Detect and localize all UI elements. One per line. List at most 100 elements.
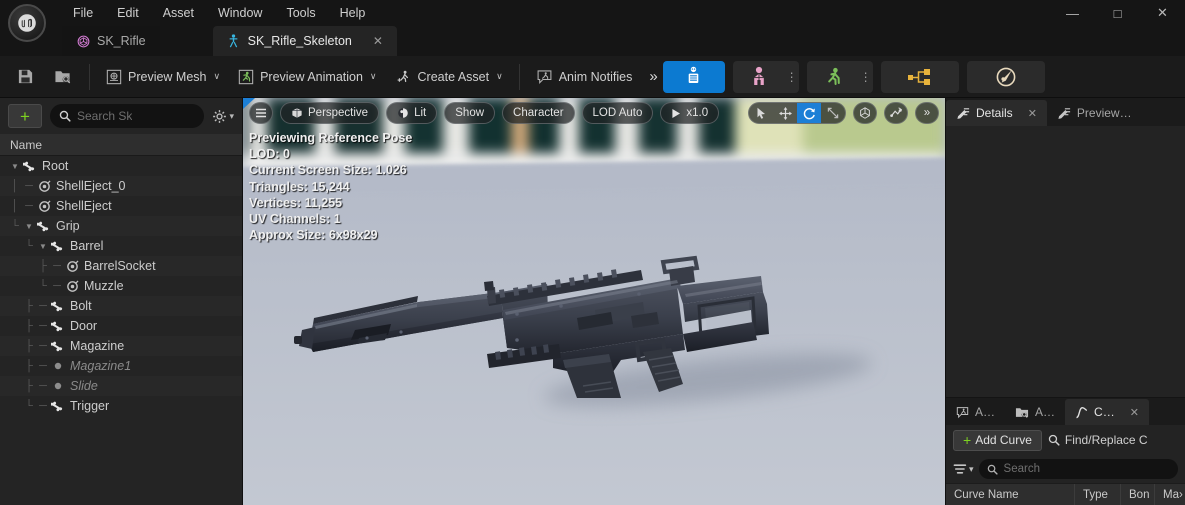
tree-row-root[interactable]: ▼ Root bbox=[0, 156, 242, 176]
tab-asset-browser[interactable]: A… bbox=[1005, 399, 1065, 425]
scale-tool-icon[interactable] bbox=[821, 103, 845, 123]
bone-icon bbox=[50, 321, 66, 332]
coordinate-system-icon[interactable] bbox=[853, 102, 877, 124]
browse-content-icon[interactable] bbox=[44, 61, 82, 93]
viewport-menu-button[interactable] bbox=[249, 102, 273, 124]
tree-row-grip[interactable]: └ ▼ Grip bbox=[0, 216, 242, 236]
tab-curves[interactable]: C… ✕ bbox=[1065, 399, 1149, 425]
skeleton-tree-settings-button[interactable]: ▾ bbox=[212, 109, 234, 124]
tree-row-bolt[interactable]: ├ ─ Bolt bbox=[0, 296, 242, 316]
create-asset-label: Create Asset bbox=[417, 69, 490, 84]
character-menu-button[interactable]: Character bbox=[502, 102, 575, 124]
skeletal-mesh-preview[interactable] bbox=[291, 248, 801, 398]
tab-sk-rifle-skeleton[interactable]: SK_Rifle_Skeleton ✕ bbox=[212, 26, 397, 56]
tree-row-muzzle[interactable]: └ ─ Muzzle bbox=[0, 276, 242, 296]
skeleton-bone-tree[interactable]: ▼ Root │ ─ ShellEject_0 │ ─ ShellEject └… bbox=[0, 156, 242, 505]
tree-row-barrelsocket[interactable]: ├ ─ BarrelSocket bbox=[0, 256, 242, 276]
add-curve-button[interactable]: + Add Curve bbox=[953, 429, 1042, 451]
mode-group-mesh: ⋮ bbox=[732, 60, 799, 93]
expander-icon[interactable]: ▼ bbox=[36, 236, 50, 256]
unreal-engine-logo-icon[interactable] bbox=[8, 4, 46, 42]
tree-row-shelleject[interactable]: │ ─ ShellEject bbox=[0, 196, 242, 216]
mode-button-skeleton[interactable] bbox=[662, 60, 725, 93]
tree-row-trigger[interactable]: └ ─ Trigger bbox=[0, 396, 242, 416]
tree-branch-line: ─ bbox=[39, 300, 47, 312]
close-tab-icon[interactable]: ✕ bbox=[373, 34, 383, 48]
mode-button-mesh[interactable] bbox=[733, 61, 785, 93]
tree-row-barrel[interactable]: └ ▼ Barrel bbox=[0, 236, 242, 256]
preview-animation-label: Preview Animation bbox=[260, 69, 363, 84]
minimize-button[interactable]: — bbox=[1050, 0, 1095, 26]
move-tool-icon[interactable] bbox=[773, 103, 797, 123]
chevron-down-icon: ▾ bbox=[229, 110, 234, 121]
column-bone[interactable]: Bon bbox=[1121, 483, 1155, 505]
viewport-overflow-icon[interactable]: » bbox=[915, 102, 939, 124]
find-replace-curves-button[interactable]: Find/Replace C bbox=[1048, 433, 1148, 447]
close-curves-tab-icon[interactable]: ✕ bbox=[1130, 406, 1139, 419]
view-mode-button[interactable]: Perspective bbox=[280, 102, 380, 124]
mode-button-animation[interactable] bbox=[807, 61, 859, 93]
expander-icon[interactable]: ▼ bbox=[22, 216, 36, 236]
mode-button-physics[interactable] bbox=[966, 60, 1045, 93]
preview-animation-button[interactable]: Preview Animation ∨ bbox=[229, 61, 385, 93]
playback-speed-button[interactable]: x1.0 bbox=[660, 102, 720, 124]
create-asset-button[interactable]: Create Asset ∨ bbox=[386, 61, 512, 93]
curves-search-input[interactable]: Search bbox=[978, 459, 1178, 479]
menu-help[interactable]: Help bbox=[329, 2, 377, 24]
tree-column-header: Name bbox=[0, 134, 242, 156]
tree-branch-line: ─ bbox=[39, 380, 47, 392]
surface-snap-icon[interactable] bbox=[884, 102, 908, 124]
mode-button-anim-blueprint[interactable] bbox=[880, 60, 959, 93]
lod-menu-button[interactable]: LOD Auto bbox=[581, 102, 654, 124]
save-icon[interactable] bbox=[6, 61, 44, 93]
mode-group-animation: ⋮ bbox=[806, 60, 873, 93]
tree-row-shelleject-0[interactable]: │ ─ ShellEject_0 bbox=[0, 176, 242, 196]
select-tool-icon[interactable] bbox=[749, 103, 773, 123]
close-details-tab-icon[interactable]: ✕ bbox=[1028, 107, 1037, 120]
tab-preview-scene-settings[interactable]: Preview… bbox=[1047, 100, 1142, 126]
preview-mesh-button[interactable]: Preview Mesh ∨ bbox=[97, 61, 229, 93]
anim-notifies-button[interactable]: Anim Notifies bbox=[527, 61, 642, 93]
tab-anim-notifies[interactable]: A… bbox=[946, 399, 1005, 425]
tab-anim-notifies-label: A… bbox=[975, 405, 996, 419]
tree-row-magazine[interactable]: ├ ─ Magazine bbox=[0, 336, 242, 356]
close-window-button[interactable]: ✕ bbox=[1140, 0, 1185, 26]
gear-icon bbox=[212, 109, 227, 124]
mode-mesh-options-icon[interactable]: ⋮ bbox=[785, 61, 799, 93]
tree-row-door[interactable]: ├ ─ Door bbox=[0, 316, 242, 336]
rotate-tool-icon[interactable] bbox=[797, 103, 821, 123]
tree-row-slide[interactable]: ├ ─ Slide bbox=[0, 376, 242, 396]
preview-viewport[interactable]: Perspective Lit Show Character LOD Auto … bbox=[243, 98, 945, 505]
add-socket-button[interactable]: + bbox=[8, 104, 42, 128]
menu-file[interactable]: File bbox=[62, 2, 104, 24]
expander-icon[interactable]: ▼ bbox=[8, 156, 22, 176]
bone-icon bbox=[50, 401, 66, 412]
skeleton-icon bbox=[227, 34, 241, 48]
skeleton-search-input[interactable]: Search Sk bbox=[50, 104, 205, 128]
tree-row-magazine1[interactable]: ├ ─ Magazine1 bbox=[0, 356, 242, 376]
menu-tools[interactable]: Tools bbox=[275, 2, 326, 24]
column-type[interactable]: Type bbox=[1075, 483, 1121, 505]
tree-label: Magazine bbox=[70, 339, 125, 353]
mode-animation-options-icon[interactable]: ⋮ bbox=[859, 61, 873, 93]
curves-action-bar: + Add Curve Find/Replace C bbox=[946, 425, 1185, 455]
stat-uv-channels: UV Channels: 1 bbox=[249, 212, 341, 227]
show-menu-button[interactable]: Show bbox=[444, 102, 496, 124]
column-curve-name[interactable]: Curve Name bbox=[946, 483, 1075, 505]
maximize-button[interactable]: □ bbox=[1095, 0, 1140, 26]
toolbar-overflow-icon[interactable]: » bbox=[641, 68, 662, 85]
menu-window[interactable]: Window bbox=[207, 2, 273, 24]
tab-sk-rifle[interactable]: SK_Rifle bbox=[62, 26, 160, 56]
stat-triangles: Triangles: 15,244 bbox=[249, 179, 350, 194]
lighting-mode-button[interactable]: Lit bbox=[386, 102, 438, 124]
column-max[interactable]: Ma› bbox=[1155, 484, 1185, 505]
tree-label: ShellEject_0 bbox=[56, 179, 126, 193]
viewport-stats-overlay: Previewing Reference Pose LOD: 0 Current… bbox=[249, 130, 412, 243]
tab-details[interactable]: Details ✕ bbox=[946, 100, 1047, 126]
curves-filter-button[interactable]: ▾ bbox=[953, 463, 974, 475]
skeleton-tree-toolbar: + Search Sk ▾ bbox=[0, 98, 242, 134]
menu-asset[interactable]: Asset bbox=[152, 2, 205, 24]
lit-icon bbox=[397, 107, 409, 119]
menu-edit[interactable]: Edit bbox=[106, 2, 150, 24]
details-content-area[interactable] bbox=[946, 126, 1185, 397]
